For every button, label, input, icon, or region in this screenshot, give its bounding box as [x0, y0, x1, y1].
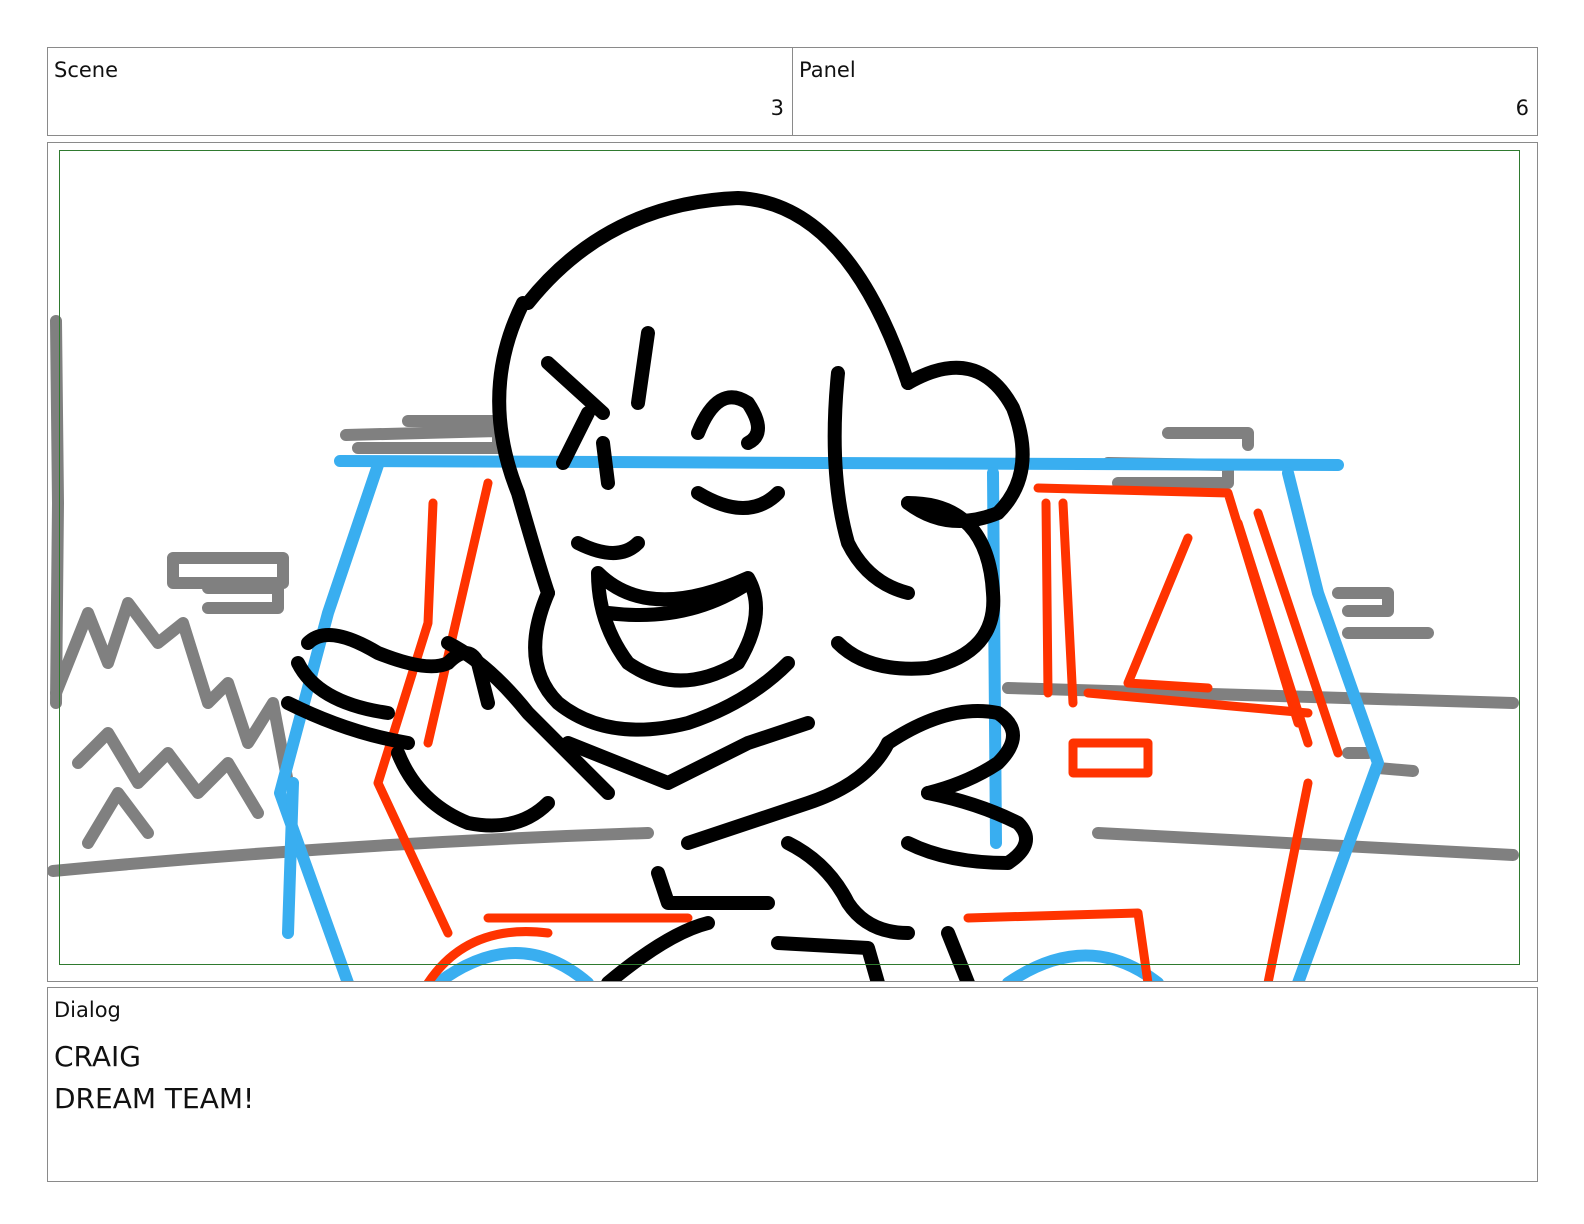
dialog-text: CRAIG DREAM TEAM! — [54, 1036, 254, 1120]
scene-number: 3 — [770, 96, 784, 120]
dialog-line: DREAM TEAM! — [54, 1082, 255, 1115]
scene-cell: Scene 3 — [47, 47, 793, 136]
panel-number: 6 — [1515, 96, 1529, 120]
panel-cell: Panel 6 — [792, 47, 1538, 136]
background-sketch — [48, 315, 1519, 877]
storyboard-panel-artwork — [47, 142, 1538, 982]
character-craig — [281, 191, 1033, 981]
dialog-speaker: CRAIG — [54, 1040, 141, 1073]
panel-label: Panel — [799, 58, 856, 82]
dialog-label: Dialog — [54, 998, 121, 1022]
dialog-box: Dialog CRAIG DREAM TEAM! — [47, 987, 1538, 1182]
scene-label: Scene — [54, 58, 119, 82]
sketch-drawing — [48, 191, 1519, 981]
car-outline-blue — [274, 455, 1384, 981]
